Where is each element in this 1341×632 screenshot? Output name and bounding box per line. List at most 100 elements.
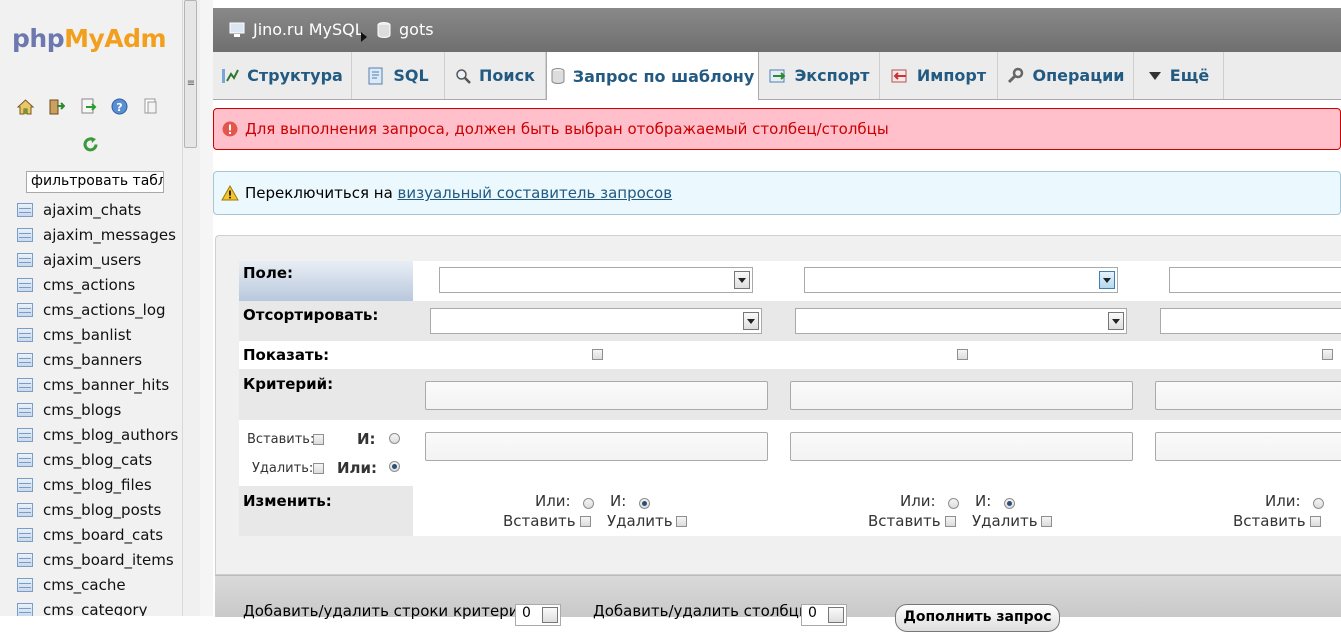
table-list-item[interactable]: cms_blogs — [0, 397, 182, 422]
table-icon[interactable] — [17, 452, 33, 467]
table-icon[interactable] — [17, 427, 33, 442]
table-list-item[interactable]: cms_actions_log — [0, 297, 182, 322]
table-icon[interactable] — [17, 252, 33, 267]
query-window-icon[interactable] — [80, 98, 97, 115]
table-list-item[interactable]: cms_blog_cats — [0, 447, 182, 472]
documentation-icon[interactable] — [142, 98, 159, 115]
col2-insert-checkbox[interactable] — [945, 516, 956, 527]
table-list-item[interactable]: cms_blog_authors — [0, 422, 182, 447]
criteria-input-1[interactable] — [425, 381, 768, 410]
table-list-item[interactable]: ajaxim_chats — [0, 197, 182, 222]
panel-divider[interactable] — [200, 0, 213, 616]
table-name[interactable]: cms_actions_log — [43, 301, 166, 319]
col1-and-radio[interactable] — [639, 498, 650, 509]
table-icon[interactable] — [17, 502, 33, 517]
table-icon[interactable] — [17, 527, 33, 542]
add-cols-select[interactable]: 0 — [801, 604, 847, 626]
table-icon[interactable] — [17, 402, 33, 417]
breadcrumb-server[interactable]: Jino.ru MySQL — [229, 20, 364, 39]
table-name[interactable]: cms_board_cats — [43, 526, 163, 544]
col1-or-radio[interactable] — [583, 498, 594, 509]
table-icon[interactable] — [17, 377, 33, 392]
show-checkbox-3[interactable] — [1322, 349, 1333, 360]
col2-and-radio[interactable] — [1004, 498, 1015, 509]
table-icon[interactable] — [17, 327, 33, 342]
tab-search[interactable]: Поиск — [445, 52, 546, 99]
table-name[interactable]: cms_banners — [43, 351, 142, 369]
col1-delete-checkbox[interactable] — [676, 516, 687, 527]
tab-structure[interactable]: Структура — [213, 52, 352, 99]
tab-operations[interactable]: Операции — [998, 52, 1134, 99]
home-icon[interactable] — [17, 98, 34, 115]
sort-select-2[interactable] — [795, 308, 1127, 334]
insert-row-checkbox[interactable] — [313, 434, 324, 445]
or-criteria-input-3[interactable] — [1155, 432, 1341, 461]
table-icon[interactable] — [17, 302, 33, 317]
criteria-input-2[interactable] — [790, 381, 1133, 410]
table-list-item[interactable]: cms_blog_files — [0, 472, 182, 497]
add-rows-select[interactable]: 0 — [515, 604, 561, 626]
or-criteria-input-1[interactable] — [425, 432, 768, 461]
table-list-item[interactable]: ajaxim_messages — [0, 222, 182, 247]
sort-select-3[interactable] — [1160, 308, 1341, 334]
col1-insert-checkbox[interactable] — [580, 516, 591, 527]
or-radio[interactable] — [389, 461, 400, 472]
table-name[interactable]: ajaxim_messages — [43, 226, 176, 244]
tab-sql[interactable]: SQL — [352, 52, 445, 99]
table-list-item[interactable]: cms_banlist — [0, 322, 182, 347]
table-list-item[interactable]: cms_banner_hits — [0, 372, 182, 397]
table-list-item[interactable]: cms_actions — [0, 272, 182, 297]
table-name[interactable]: ajaxim_chats — [43, 201, 141, 219]
table-list-item[interactable]: cms_board_cats — [0, 522, 182, 547]
table-name[interactable]: cms_category — [43, 601, 147, 617]
phpmyadmin-logo[interactable]: phpMyAdm — [12, 24, 167, 53]
field-select-2[interactable] — [804, 267, 1118, 293]
table-list-item[interactable]: cms_cache — [0, 572, 182, 597]
col3-or-radio[interactable] — [1313, 498, 1324, 509]
table-name[interactable]: ajaxim_users — [43, 251, 141, 269]
table-icon[interactable] — [17, 227, 33, 242]
field-select-3[interactable] — [1169, 267, 1341, 293]
help-icon[interactable]: ? — [111, 98, 128, 115]
or-criteria-input-2[interactable] — [790, 432, 1133, 461]
table-list-item[interactable]: ajaxim_users — [0, 247, 182, 272]
show-checkbox-2[interactable] — [957, 349, 968, 360]
sort-select-1[interactable] — [430, 308, 762, 334]
table-list-item[interactable]: cms_board_items — [0, 547, 182, 572]
table-icon[interactable] — [17, 352, 33, 367]
table-icon[interactable] — [17, 477, 33, 492]
table-name[interactable]: cms_banner_hits — [43, 376, 169, 394]
delete-row-checkbox[interactable] — [313, 463, 324, 474]
nav-scrollbar-thumb[interactable] — [184, 0, 197, 148]
table-icon[interactable] — [17, 277, 33, 292]
update-query-button[interactable]: Дополнить запрос — [895, 604, 1060, 632]
table-icon[interactable] — [17, 602, 33, 616]
table-name[interactable]: cms_board_items — [43, 551, 174, 569]
table-name[interactable]: cms_blog_cats — [43, 451, 152, 469]
criteria-input-3[interactable] — [1155, 381, 1341, 410]
col2-delete-checkbox[interactable] — [1041, 516, 1052, 527]
tab-export[interactable]: Экспорт — [759, 52, 880, 99]
resize-grip-icon[interactable]: ≡ — [186, 78, 196, 89]
table-icon[interactable] — [17, 577, 33, 592]
col3-insert-checkbox[interactable] — [1310, 516, 1321, 527]
table-name[interactable]: cms_blogs — [43, 401, 121, 419]
reload-icon[interactable] — [82, 136, 99, 153]
breadcrumb-database[interactable]: gots — [377, 20, 434, 39]
table-list-item[interactable]: cms_blog_posts — [0, 497, 182, 522]
tab-more[interactable]: Ещё — [1134, 52, 1224, 99]
col2-or-radio[interactable] — [948, 498, 959, 509]
filter-tables-input[interactable]: фильтровать табл — [26, 171, 164, 193]
table-name[interactable]: cms_actions — [43, 276, 135, 294]
table-name[interactable]: cms_blog_authors — [43, 426, 178, 444]
table-list-item[interactable]: cms_category — [0, 597, 182, 616]
logout-icon[interactable] — [48, 98, 65, 115]
table-icon[interactable] — [17, 202, 33, 217]
field-select-1[interactable] — [439, 267, 753, 293]
table-name[interactable]: cms_blog_files — [43, 476, 152, 494]
table-name[interactable]: cms_banlist — [43, 326, 131, 344]
table-icon[interactable] — [17, 552, 33, 567]
table-list-item[interactable]: cms_banners — [0, 347, 182, 372]
tab-query[interactable]: Запрос по шаблону — [546, 52, 759, 100]
table-name[interactable]: cms_cache — [43, 576, 126, 594]
